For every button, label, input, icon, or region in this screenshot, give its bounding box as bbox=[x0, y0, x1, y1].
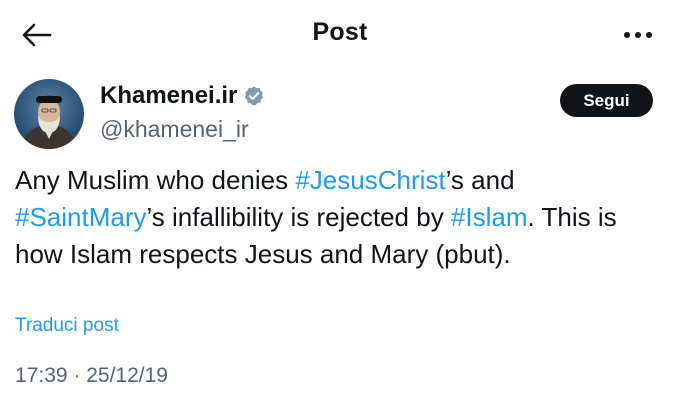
tweet-text-segment: Any Muslim who denies bbox=[15, 165, 296, 195]
more-dot bbox=[646, 32, 652, 38]
more-horizontal-icon bbox=[624, 32, 630, 38]
tweet-text-segment: ’s infallibility is rejected by bbox=[146, 202, 451, 232]
profile-photo bbox=[14, 79, 84, 149]
author-display-name[interactable]: Khamenei.ir bbox=[100, 82, 237, 110]
page-title: Post bbox=[312, 18, 368, 46]
tweet-text-segment: ’s and bbox=[445, 165, 515, 195]
top-bar: Post bbox=[0, 0, 680, 68]
tweet-timestamp[interactable]: 17:39 · 25/12/19 bbox=[15, 364, 168, 388]
translate-post-link[interactable]: Traduci post bbox=[15, 315, 119, 337]
more-dot bbox=[635, 32, 641, 38]
tweet-text: Any Muslim who denies #JesusChrist’s and… bbox=[15, 162, 665, 273]
author-name-row: Khamenei.ir bbox=[100, 82, 265, 110]
hashtag-link[interactable]: #SaintMary bbox=[15, 202, 147, 232]
hashtag-link[interactable]: #Islam bbox=[451, 202, 528, 232]
follow-button[interactable]: Segui bbox=[560, 84, 653, 117]
more-options-button[interactable] bbox=[616, 20, 660, 50]
author-handle[interactable]: @khamenei_ir bbox=[100, 116, 249, 143]
hashtag-link[interactable]: #JesusChrist bbox=[295, 165, 445, 195]
avatar[interactable] bbox=[14, 79, 84, 149]
verified-badge-icon bbox=[245, 86, 264, 106]
